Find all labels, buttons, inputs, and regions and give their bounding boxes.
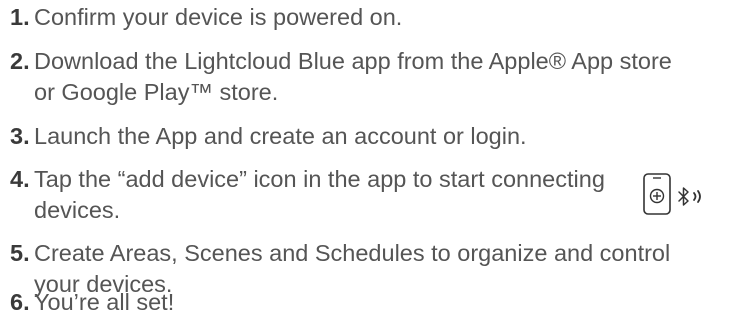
step-number: 5.	[10, 240, 30, 266]
step-text: You’re all set!	[34, 289, 175, 315]
step-number: 4.	[10, 166, 30, 192]
step-number: 3.	[10, 123, 30, 149]
step-text-continued: or Google Play™ store.	[34, 79, 279, 105]
step-text: Launch the App and create an account or …	[34, 123, 527, 149]
step-text: Confirm your device is powered on.	[34, 4, 403, 30]
step-text: Create Areas, Scenes and Schedules to or…	[34, 240, 671, 266]
signal-waves-icon	[693, 190, 701, 203]
step-text-continued: devices.	[34, 197, 121, 223]
step-text: Tap the “add device” icon in the app to …	[34, 166, 605, 192]
bluetooth-icon	[678, 187, 689, 206]
step-text: Download the Lightcloud Blue app from th…	[34, 48, 672, 74]
step-number: 2.	[10, 48, 30, 74]
add-device-icon	[643, 173, 701, 215]
step-number: 1.	[10, 4, 30, 30]
step-number: 6.	[10, 289, 30, 315]
